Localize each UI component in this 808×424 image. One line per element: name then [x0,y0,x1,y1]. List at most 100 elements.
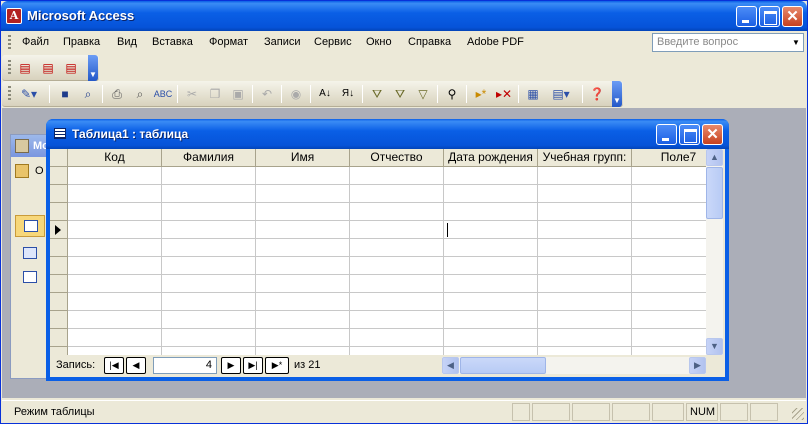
table-cell[interactable] [632,257,706,275]
table-cell[interactable] [632,329,706,347]
table-window[interactable]: Таблица1 : таблица ✕ Код Фамилия Имя Отч… [46,119,729,381]
menu-window[interactable]: Окно [366,36,392,48]
delete-record-icon[interactable]: ▸✕ [494,84,514,104]
apply-filter-icon[interactable]: ▽ [413,84,433,104]
table-cell[interactable] [632,347,706,355]
pdf-email-icon[interactable]: ▤ [38,58,58,78]
record-selector[interactable] [50,293,68,311]
menu-records[interactable]: Записи [264,36,301,48]
minimize-button[interactable] [736,6,757,27]
table-cell[interactable] [256,203,350,221]
table-cell[interactable] [444,257,538,275]
table-cell[interactable] [632,275,706,293]
filter-selection-icon[interactable]: ⛛ [367,84,387,104]
sort-asc-icon[interactable]: A↓ [315,84,335,104]
select-all-corner[interactable] [50,149,68,167]
table-cell[interactable] [350,203,444,221]
table-cell[interactable] [538,185,632,203]
record-selector[interactable] [50,167,68,185]
table-cell[interactable] [256,347,350,355]
table-cell[interactable] [444,185,538,203]
scroll-down-icon[interactable]: ▼ [706,338,723,355]
record-selector[interactable] [50,185,68,203]
table-row[interactable] [50,329,706,347]
table-cell[interactable] [162,329,256,347]
table-cell[interactable] [444,293,538,311]
table-cell[interactable] [68,257,162,275]
record-selector[interactable] [50,347,68,355]
table-cell[interactable] [256,239,350,257]
save-icon[interactable]: ■ [55,84,75,104]
current-record-selector[interactable] [50,221,68,239]
record-selector[interactable] [50,257,68,275]
db-object-queries[interactable] [15,243,45,265]
table-row[interactable] [50,257,706,275]
table-cell[interactable] [538,311,632,329]
toolbar-options-icon[interactable]: ▼ [612,81,622,107]
record-selector[interactable] [50,239,68,257]
table-cell[interactable] [68,239,162,257]
table-cell[interactable] [256,185,350,203]
table-cell[interactable] [538,293,632,311]
table-row[interactable] [50,239,706,257]
next-record-button[interactable]: ▶ [221,357,241,374]
table-cell[interactable] [538,257,632,275]
table-cell[interactable] [162,239,256,257]
table-cell[interactable] [256,167,350,185]
record-selector[interactable] [50,275,68,293]
table-cell[interactable] [162,275,256,293]
table-cell[interactable] [444,167,538,185]
first-record-button[interactable]: |◀ [104,357,124,374]
sort-desc-icon[interactable]: Я↓ [338,84,358,104]
table-cell[interactable] [68,311,162,329]
db-object-tables[interactable] [15,215,45,237]
pdf-convert-icon[interactable]: ▤ [15,58,35,78]
table-cell[interactable] [68,185,162,203]
undo-icon[interactable]: ↶ [257,84,277,104]
maximize-button[interactable] [759,6,780,27]
table-cell[interactable] [68,275,162,293]
table-row[interactable] [50,167,706,185]
table-cell[interactable] [162,167,256,185]
table-cell[interactable] [444,275,538,293]
table-cell[interactable] [538,221,632,239]
record-selector[interactable] [50,311,68,329]
table-cell[interactable] [632,203,706,221]
table-cell[interactable] [350,257,444,275]
view-icon[interactable]: ✎▾ [15,84,43,104]
new-object-icon[interactable]: ▤▾ [546,84,576,104]
help-icon[interactable]: ❓ [587,84,607,104]
table-cell[interactable] [350,293,444,311]
menu-help[interactable]: Справка [408,36,451,48]
table-cell[interactable] [444,347,538,355]
table-cell[interactable] [256,221,350,239]
menu-edit[interactable]: Правка [63,36,100,48]
table-cell[interactable] [162,203,256,221]
record-selector[interactable] [50,329,68,347]
table-cell[interactable] [68,167,162,185]
table-row[interactable] [50,185,706,203]
new-record-icon[interactable]: ▸* [471,84,491,104]
toolbar-grip[interactable] [8,60,11,76]
table-cell[interactable] [350,329,444,347]
horizontal-scrollbar[interactable]: ◀ ▶ [442,357,706,374]
table-cell[interactable] [68,329,162,347]
table-cell[interactable] [350,347,444,355]
table-cell[interactable] [256,275,350,293]
table-cell[interactable] [444,239,538,257]
table-cell[interactable] [162,347,256,355]
column-header[interactable]: Отчество [350,149,444,167]
table-cell[interactable] [256,257,350,275]
hyperlink-icon[interactable]: ◉ [286,84,306,104]
table-cell[interactable] [162,185,256,203]
scroll-right-icon[interactable]: ▶ [689,357,706,374]
scroll-up-icon[interactable]: ▲ [706,149,723,166]
menu-grip[interactable] [8,35,11,51]
copy-icon[interactable]: ❐ [205,84,225,104]
current-record-input[interactable]: 4 [153,357,217,374]
paste-icon[interactable]: ▣ [228,84,248,104]
resize-grip-icon[interactable] [792,408,804,420]
table-row[interactable] [50,203,706,221]
title-bar[interactable]: A Microsoft Access ✕ [1,1,807,31]
toolbar-options-icon[interactable]: ▼ [88,55,98,81]
